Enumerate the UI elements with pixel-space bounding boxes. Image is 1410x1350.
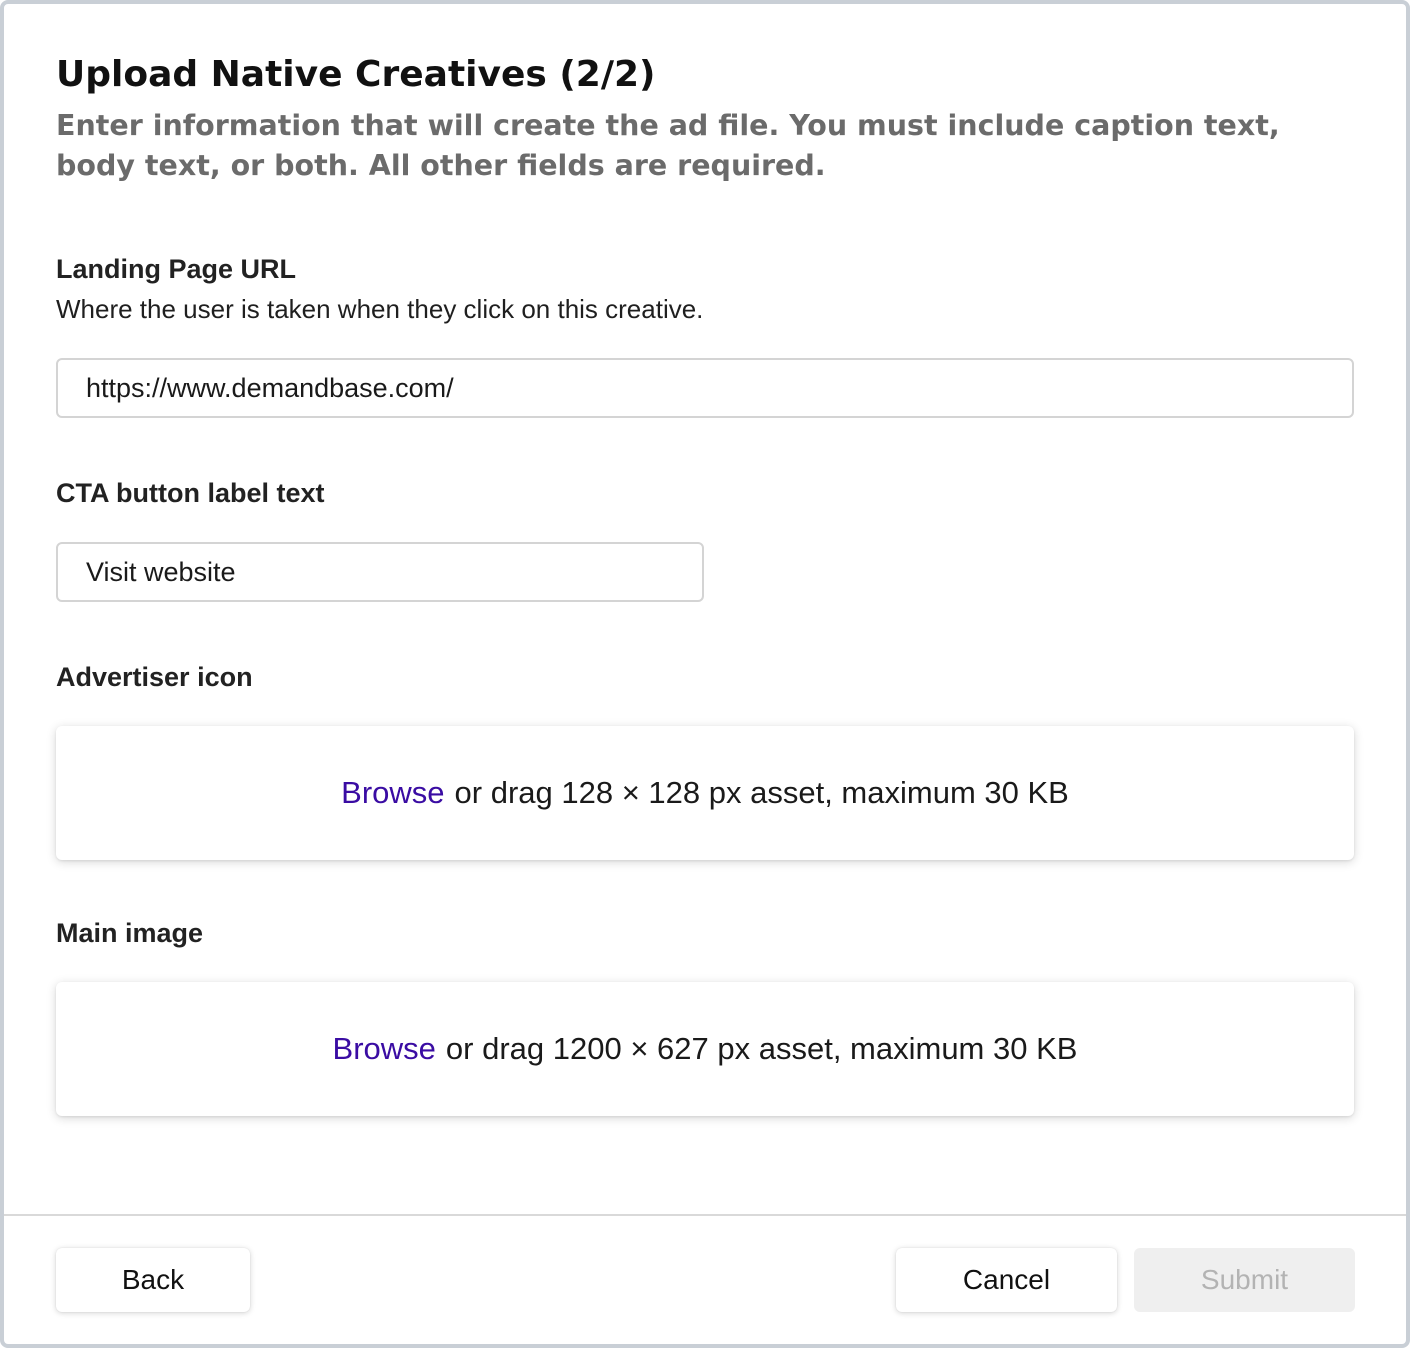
- landing-page-url-help: Where the user is taken when they click …: [56, 294, 704, 324]
- cta-label: CTA button label text: [56, 478, 325, 508]
- advertiser-icon-browse-link[interactable]: Browse: [341, 775, 444, 811]
- submit-button[interactable]: Submit: [1134, 1248, 1355, 1312]
- main-image-dropzone[interactable]: Browse or drag 1200 × 627 px asset, maxi…: [56, 982, 1354, 1116]
- dialog-title: Upload Native Creatives (2/2): [56, 54, 656, 95]
- landing-page-url-label: Landing Page URL: [56, 254, 297, 284]
- advertiser-icon-label: Advertiser icon: [56, 662, 253, 692]
- dialog-subtitle: Enter information that will create the a…: [56, 109, 1280, 182]
- back-button[interactable]: Back: [56, 1248, 250, 1312]
- cta-label-input[interactable]: [56, 542, 704, 602]
- advertiser-icon-hint: or drag 128 × 128 px asset, maximum 30 K…: [454, 775, 1069, 810]
- footer-divider: [4, 1214, 1406, 1216]
- upload-native-creatives-dialog: Upload Native Creatives (2/2) Enter info…: [0, 0, 1410, 1348]
- advertiser-icon-dropzone[interactable]: Browse or drag 128 × 128 px asset, maxim…: [56, 726, 1354, 860]
- main-image-browse-link[interactable]: Browse: [333, 1031, 436, 1067]
- cancel-button[interactable]: Cancel: [896, 1248, 1117, 1312]
- main-image-hint: or drag 1200 × 627 px asset, maximum 30 …: [445, 1031, 1078, 1066]
- landing-page-url-input[interactable]: [56, 358, 1354, 418]
- main-image-label: Main image: [56, 918, 204, 948]
